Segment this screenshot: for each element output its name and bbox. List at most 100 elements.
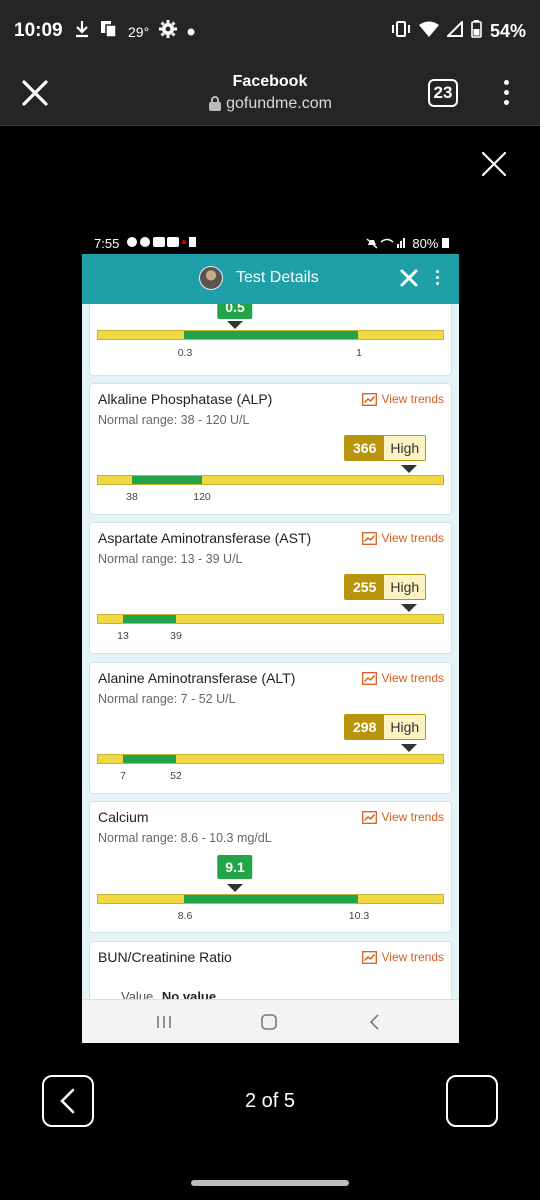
value-pointer	[401, 744, 417, 752]
page-title: Test Details	[236, 269, 319, 286]
viewer-close-icon[interactable]	[480, 150, 508, 178]
normal-range: Normal range: 38 - 120 U/L	[98, 413, 250, 427]
range-bar	[97, 614, 444, 624]
high-flag: High	[384, 715, 426, 739]
range-high-tick: 52	[170, 770, 182, 782]
status-bar: 10:09 29° 54%	[0, 0, 540, 62]
test-name: Alanine Aminotransferase (ALT)	[98, 670, 296, 686]
inner-nav-bar	[82, 999, 459, 1043]
range-low-tick: 13	[117, 630, 129, 642]
test-card-alp[interactable]: Alkaline Phosphatase (ALP) Normal range:…	[89, 383, 452, 515]
trend-chart-icon	[361, 810, 377, 824]
browser-url[interactable]: gofundme.com	[0, 95, 540, 113]
high-flag: High	[384, 436, 426, 460]
inner-notification-icons	[126, 236, 196, 251]
inner-battery-icon	[442, 238, 449, 248]
test-card-ast[interactable]: Aspartate Aminotransferase (AST) Normal …	[89, 522, 452, 654]
normal-range-segment	[184, 331, 358, 339]
test-name: Aspartate Aminotransferase (AST)	[98, 530, 312, 546]
view-trends-link[interactable]: View trends	[361, 810, 444, 824]
value-row: Value No value	[121, 989, 216, 999]
normal-range-segment	[123, 615, 176, 623]
browser-toolbar: Facebook gofundme.com 23	[0, 62, 540, 126]
test-card-bun-creatinine[interactable]: BUN/Creatinine Ratio View trends Value N…	[89, 941, 452, 999]
normal-range-segment	[184, 895, 358, 903]
avatar[interactable]	[199, 266, 223, 290]
test-name: Alkaline Phosphatase (ALP)	[98, 391, 273, 407]
back-icon[interactable]	[368, 1013, 382, 1036]
range-bar	[97, 330, 444, 340]
view-trends-link[interactable]: View trends	[361, 671, 444, 685]
normal-range: Normal range: 8.6 - 10.3 mg/dL	[98, 831, 272, 845]
trend-chart-icon	[361, 531, 377, 545]
inner-battery-percent: 80%	[412, 236, 439, 251]
range-low-tick: 7	[120, 770, 126, 782]
inner-status-right: 80%	[365, 236, 449, 251]
inner-status-bar: 7:55 80%	[82, 232, 459, 254]
high-value-badge: 255 High	[344, 574, 427, 600]
range-bar	[97, 754, 444, 764]
download-icon	[74, 20, 90, 43]
recents-icon[interactable]	[156, 1014, 172, 1035]
home-icon[interactable]	[260, 1013, 278, 1036]
test-name: Calcium	[98, 809, 149, 825]
test-value-badge: 9.1	[217, 855, 253, 879]
overflow-menu-icon[interactable]	[498, 78, 514, 110]
view-trends-link[interactable]: View trends	[361, 392, 444, 406]
test-value: 255	[345, 575, 385, 599]
app-header: Test Details	[82, 254, 459, 304]
inner-status-time: 7:55	[94, 236, 120, 251]
url-text: gofundme.com	[226, 95, 332, 112]
range-low-tick: 38	[126, 491, 138, 503]
test-card-alt[interactable]: Alanine Aminotransferase (ALT) Normal ra…	[89, 662, 452, 794]
wifi-icon	[418, 21, 439, 42]
tab-switcher-button[interactable]: 23	[428, 79, 458, 107]
dot-icon	[187, 23, 195, 41]
trend-chart-icon	[361, 950, 377, 964]
test-value: 298	[345, 715, 385, 739]
range-bar	[97, 894, 444, 904]
high-value-badge: 366 High	[344, 435, 427, 461]
attached-screenshot: 7:55 80% Test Details 0.5 0.3 1 Alkaline…	[82, 232, 459, 1043]
view-trends-link[interactable]: View trends	[361, 531, 444, 545]
signal-icon	[445, 19, 463, 42]
test-results-list[interactable]: 0.5 0.3 1 Alkaline Phosphatase (ALP) Nor…	[82, 304, 459, 999]
status-notification-icons: 29°	[74, 20, 195, 43]
status-system-icons: 54%	[391, 19, 526, 43]
battery-icon	[471, 20, 482, 43]
header-menu-icon[interactable]	[434, 269, 440, 287]
test-card-partial: 0.5 0.3 1	[89, 304, 452, 376]
high-value-badge: 298 High	[344, 714, 427, 740]
value-text: No value	[161, 989, 217, 999]
normal-range-segment	[132, 476, 202, 484]
header-close-icon[interactable]	[400, 269, 418, 287]
value-pointer	[227, 884, 243, 892]
next-image-button[interactable]	[446, 1075, 498, 1127]
test-value: 366	[345, 436, 385, 460]
test-value-badge: 0.5	[217, 304, 253, 319]
value-pointer	[401, 604, 417, 612]
value-label: Value	[121, 989, 154, 999]
normal-range: Normal range: 7 - 52 U/L	[98, 692, 236, 706]
status-time: 10:09	[14, 20, 63, 41]
normal-range-segment	[123, 755, 176, 763]
value-pointer	[401, 465, 417, 473]
range-bar	[97, 475, 444, 485]
range-high-tick: 10.3	[348, 910, 370, 922]
trend-chart-icon	[361, 392, 377, 406]
browser-title: Facebook	[232, 73, 308, 90]
view-trends-link[interactable]: View trends	[361, 950, 444, 964]
normal-range: Normal range: 13 - 39 U/L	[98, 552, 243, 566]
range-high-tick: 39	[170, 630, 182, 642]
range-high-tick: 1	[356, 347, 362, 359]
test-card-calcium[interactable]: Calcium Normal range: 8.6 - 10.3 mg/dL V…	[89, 801, 452, 933]
lock-icon	[209, 96, 222, 111]
value-pointer	[227, 321, 243, 329]
range-low-tick: 0.3	[177, 347, 193, 359]
high-flag: High	[384, 575, 426, 599]
settings-gear-icon	[159, 20, 178, 43]
home-indicator[interactable]	[191, 1180, 349, 1186]
weather-temp: 29°	[128, 23, 150, 40]
test-name: BUN/Creatinine Ratio	[98, 949, 232, 965]
copy-icon	[100, 20, 118, 43]
